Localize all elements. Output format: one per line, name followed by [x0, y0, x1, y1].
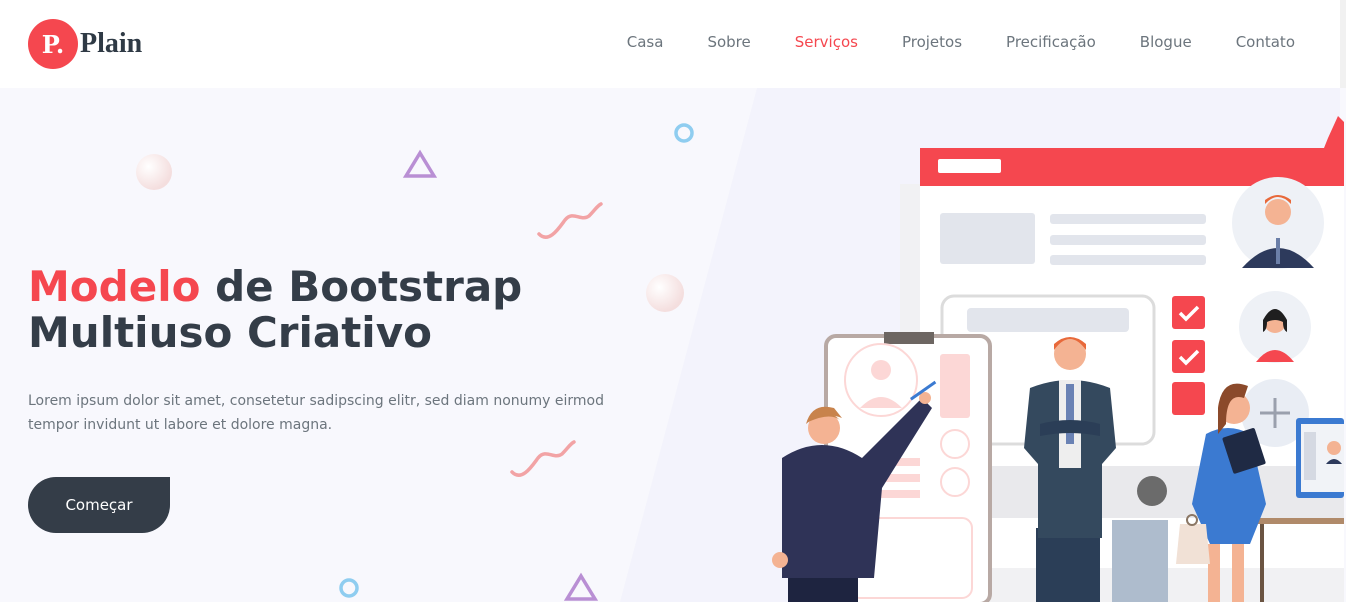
checkbox-icon — [1172, 382, 1205, 415]
titlebar-tab — [938, 159, 1001, 173]
nav-item-contato[interactable]: Contato — [1236, 33, 1295, 51]
checkbox-checked-icon — [1172, 340, 1205, 373]
headline-accent: Modelo — [28, 262, 201, 311]
corner-accent — [1324, 116, 1344, 148]
triangle-outline-icon — [563, 572, 599, 601]
sphere-icon — [646, 274, 684, 312]
nav-item-blogue[interactable]: Blogue — [1140, 33, 1192, 51]
sphere-icon — [136, 154, 172, 190]
content-block — [940, 213, 1035, 264]
site-header: P. Plain Casa Sobre Serviços Projetos Pr… — [0, 0, 1346, 88]
checkbox-checked-icon — [1172, 296, 1205, 329]
nav-item-casa[interactable]: Casa — [627, 33, 664, 51]
nav-item-servicos[interactable]: Serviços — [795, 33, 858, 51]
logo[interactable]: P. Plain — [28, 19, 142, 69]
hero-headline: Modelo de Bootstrap Multiuso Criativo — [28, 264, 588, 356]
record-dot — [1137, 476, 1167, 506]
nav-item-sobre[interactable]: Sobre — [707, 33, 750, 51]
logo-text: Plain — [80, 28, 143, 59]
nav-item-precificacao[interactable]: Precificação — [1006, 33, 1096, 51]
circle-outline-icon — [674, 123, 694, 143]
hero-section: Modelo de Bootstrap Multiuso Criativo Lo… — [0, 88, 1346, 602]
hero-subtitle: Lorem ipsum dolor sit amet, consetetur s… — [28, 393, 604, 433]
nav-item-projetos[interactable]: Projetos — [902, 33, 962, 51]
triangle-outline-icon — [402, 149, 438, 178]
get-started-button[interactable]: Começar — [28, 477, 170, 533]
headline-line-2: Multiuso Criativo — [28, 308, 432, 357]
hero-illustration — [772, 116, 1344, 602]
circle-outline-icon — [339, 578, 359, 598]
headline-rest: de Bootstrap — [200, 262, 523, 311]
logo-badge: P. — [28, 19, 78, 69]
squiggle-icon — [510, 440, 576, 477]
squiggle-icon — [537, 202, 603, 239]
main-nav: Casa Sobre Serviços Projetos Precificaçã… — [583, 33, 1295, 51]
